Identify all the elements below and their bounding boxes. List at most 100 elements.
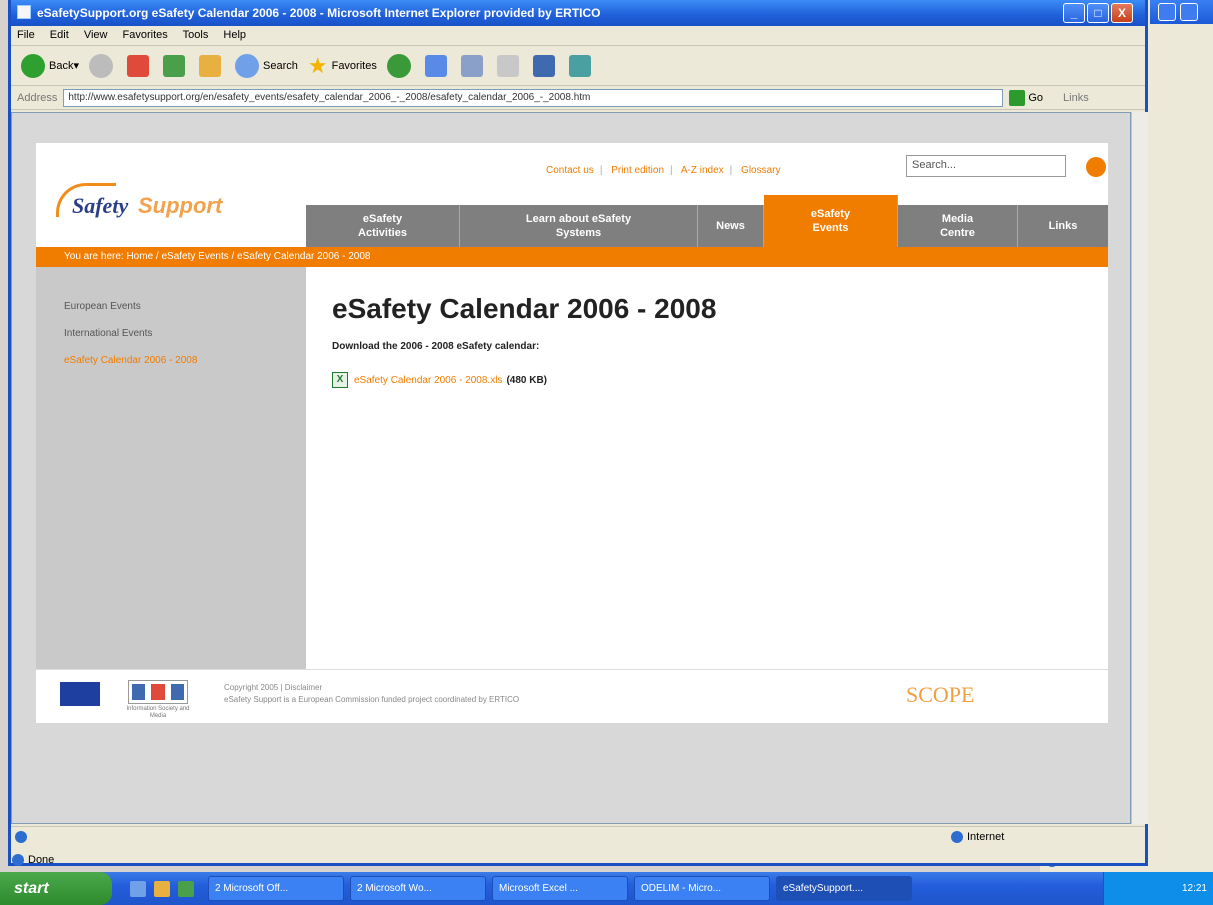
footer-text: Copyright 2005 | Disclaimer eSafety Supp… (224, 682, 519, 706)
globe-icon (951, 831, 963, 844)
download-link[interactable]: eSafety Calendar 2006 - 2008.xls (354, 375, 502, 386)
menu-view[interactable]: View (84, 29, 108, 41)
address-label: Address (17, 91, 58, 104)
search-go-icon[interactable] (1086, 157, 1106, 177)
forward-button[interactable] (89, 53, 117, 78)
taskbar: start 2 Microsoft Off... 2 Microsoft Wo.… (0, 872, 1213, 905)
minimize-button[interactable]: _ (1063, 3, 1085, 23)
minimize-icon[interactable] (1158, 3, 1176, 21)
toolbar: Back ▾ Search ★ Favorites (11, 46, 1145, 86)
browser-viewport: Safety Support Contact us | Print edition |… (11, 112, 1131, 824)
task-button-word[interactable]: 2 Microsoft Wo... (350, 876, 486, 901)
back-button[interactable]: Back ▾ (21, 53, 79, 78)
system-tray: 12:21 (1103, 872, 1213, 905)
menu-file[interactable]: File (17, 29, 35, 41)
eu-flag-icon (60, 682, 100, 706)
discuss-button[interactable] (532, 54, 559, 77)
breadcrumb[interactable]: You are here: Home / eSafety Events / eS… (36, 247, 1108, 267)
edit-icon (496, 54, 519, 77)
download-size: (480 KB) (506, 374, 548, 386)
scope-logo: SCOPE (906, 682, 975, 707)
task-button-excel[interactable]: Microsoft Excel ... (492, 876, 628, 901)
nav-media-centre[interactable]: Media Centre (898, 205, 1018, 247)
information-society-caption: Information Society and Media (126, 706, 190, 719)
address-input[interactable]: http://www.esafetysupport.org/en/esafety… (63, 88, 1004, 107)
logo-text-safety: Safety (72, 193, 129, 218)
top-links: Contact us | Print edition | A-Z index | Gl… (546, 165, 781, 176)
history-button[interactable] (386, 53, 415, 78)
nav-learn-about-esafety[interactable]: Learn about eSafety Systems (460, 205, 698, 247)
sidebar-item-esafety-calendar[interactable]: eSafety Calendar 2006 - 2008 (64, 355, 278, 366)
mail-button[interactable] (424, 54, 451, 77)
site-logo[interactable]: Safety Support (50, 183, 290, 223)
messenger-button[interactable] (568, 54, 595, 77)
edit-button[interactable] (496, 54, 523, 77)
task-button-odelim[interactable]: ODELIM - Micro... (634, 876, 770, 901)
mail-icon (424, 54, 447, 77)
print-edition-link[interactable]: Print edition (611, 165, 664, 176)
information-society-logo (128, 680, 188, 704)
glossary-link[interactable]: Glossary (741, 165, 780, 176)
media-icon[interactable] (178, 880, 194, 897)
menu-bar: File Edit View Favorites Tools Help (11, 26, 1145, 46)
page-icon (12, 854, 24, 867)
page-title: eSafety Calendar 2006 - 2008 (332, 293, 717, 324)
nav-esafety-activities[interactable]: eSafety Activities (306, 205, 460, 247)
back-label: Back (49, 59, 74, 72)
discuss-icon (532, 54, 555, 77)
menu-tools[interactable]: Tools (183, 29, 209, 41)
nav-esafety-events[interactable]: eSafety Events (764, 195, 898, 247)
back-arrow-icon (21, 53, 45, 78)
search-label: Search (263, 59, 298, 72)
search-button[interactable]: Search (235, 53, 298, 78)
clock[interactable]: 12:21 (1182, 883, 1207, 894)
vertical-scrollbar[interactable] (1131, 112, 1148, 824)
contact-us-link[interactable]: Contact us (546, 165, 594, 176)
main-content: eSafety Calendar 2006 - 2008 Download th… (332, 293, 1092, 388)
task-button-esafety[interactable]: eSafetySupport.... (776, 876, 912, 901)
maximize-button[interactable]: □ (1087, 3, 1109, 23)
status-bar: Internet (11, 826, 1145, 848)
search-icon (235, 53, 259, 78)
window-titlebar[interactable]: eSafetySupport.org eSafety Calendar 2006… (11, 0, 1145, 26)
nav-links[interactable]: Links (1018, 205, 1108, 247)
go-button[interactable]: Go (1009, 89, 1043, 106)
quick-launch (130, 880, 202, 897)
stop-button[interactable] (127, 54, 153, 77)
home-button[interactable] (199, 54, 225, 77)
ie-window: eSafetySupport.org eSafety Calendar 2006… (8, 0, 1148, 866)
done-status: Done (8, 852, 608, 870)
star-icon: ★ (307, 52, 328, 78)
sidebar-item-international-events[interactable]: International Events (64, 328, 278, 339)
links-label[interactable]: Links (1063, 92, 1089, 104)
a-z-index-link[interactable]: A-Z index (681, 165, 724, 176)
download-label: Download the 2006 - 2008 eSafety calenda… (332, 341, 540, 352)
maximize-icon[interactable] (1180, 3, 1198, 21)
window-title: eSafetySupport.org eSafety Calendar 2006… (37, 6, 601, 20)
favorites-button[interactable]: ★ Favorites (308, 53, 377, 79)
menu-edit[interactable]: Edit (50, 29, 69, 41)
nav-news[interactable]: News (698, 205, 764, 247)
task-button-office[interactable]: 2 Microsoft Off... (208, 876, 344, 901)
stop-icon (127, 54, 149, 77)
show-desktop-icon[interactable] (130, 880, 146, 897)
excel-file-icon: X (332, 372, 348, 388)
start-button[interactable]: start (0, 872, 112, 905)
outlook-icon[interactable] (154, 880, 170, 897)
ie-icon (17, 5, 31, 19)
main-nav: eSafety Activities Learn about eSafety Sys… (306, 195, 1108, 247)
messenger-icon (568, 54, 591, 77)
refresh-icon (163, 54, 185, 77)
footer: Information Society and Media Copyright … (36, 669, 1108, 723)
background-window-titlebar (1150, 0, 1213, 24)
menu-help[interactable]: Help (223, 29, 246, 41)
sidebar-item-european-events[interactable]: European Events (64, 301, 278, 312)
menu-favorites[interactable]: Favorites (123, 29, 168, 41)
refresh-button[interactable] (163, 54, 189, 77)
web-page: Safety Support Contact us | Print edition |… (36, 143, 1108, 723)
close-button[interactable]: X (1111, 3, 1133, 23)
logo-text-support: Support (138, 193, 223, 218)
print-button[interactable] (460, 54, 487, 77)
page-status-icon (15, 831, 31, 844)
site-search-input[interactable]: Search... (906, 155, 1066, 177)
